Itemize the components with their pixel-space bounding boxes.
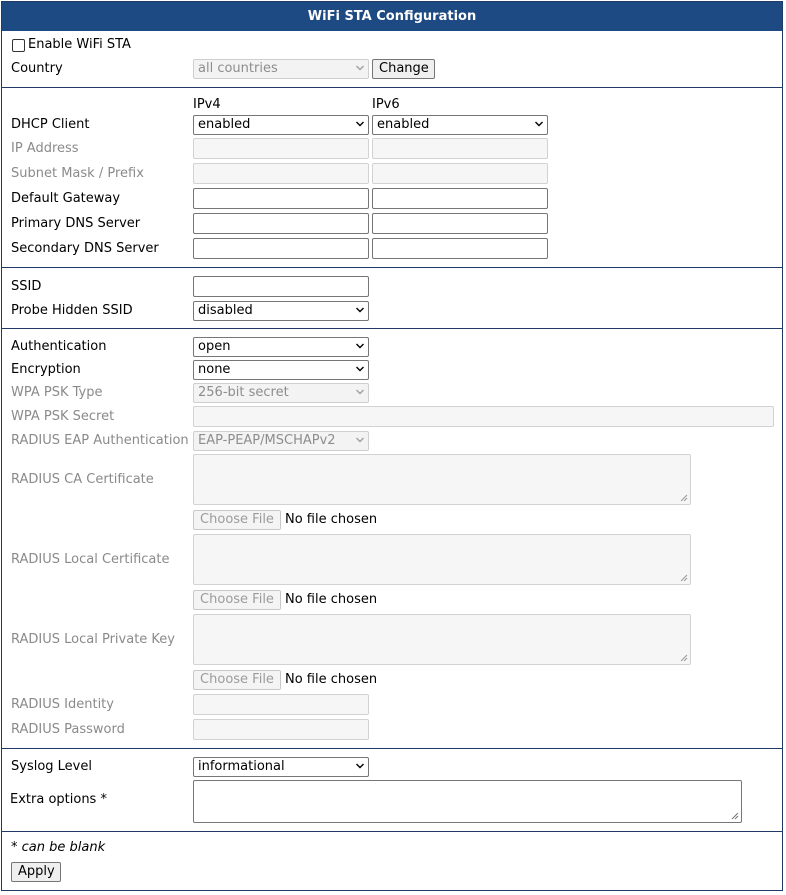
syslog-level-select[interactable]: informational — [193, 757, 369, 777]
country-select[interactable]: all countries — [193, 59, 369, 79]
resize-grip-icon — [680, 494, 688, 502]
apply-button[interactable]: Apply — [11, 862, 61, 882]
radius-identity-label: RADIUS Identity — [11, 697, 114, 712]
radius-local-cert-choose-file-button[interactable]: Choose File — [193, 590, 281, 610]
section-divider — [2, 87, 782, 88]
radius-local-cert-file-status: No file chosen — [285, 592, 378, 607]
enable-wifi-sta-checkbox[interactable] — [12, 39, 25, 52]
wpa-psk-type-value: 256-bit secret — [198, 385, 289, 400]
probe-hidden-ssid-select[interactable]: disabled — [193, 301, 369, 321]
probe-hidden-ssid-value: disabled — [198, 303, 253, 318]
prefix-ipv6-input[interactable] — [372, 163, 548, 184]
ssid-label: SSID — [11, 279, 42, 294]
encryption-select[interactable]: none — [193, 360, 369, 380]
chevron-down-icon — [356, 343, 364, 349]
chevron-down-icon — [356, 763, 364, 769]
primary-dns-label: Primary DNS Server — [11, 216, 141, 231]
chevron-down-icon — [356, 307, 364, 313]
dhcp-ipv4-select[interactable]: enabled — [193, 115, 369, 135]
subnet-mask-label: Subnet Mask / Prefix — [11, 166, 144, 181]
section-divider — [2, 267, 782, 268]
ipv4-header: IPv4 — [193, 97, 221, 112]
radius-ca-cert-textarea[interactable] — [193, 454, 691, 505]
gateway-ipv6-input[interactable] — [372, 188, 548, 209]
authentication-select[interactable]: open — [193, 337, 369, 357]
ip-address-ipv6-input[interactable] — [372, 138, 548, 159]
wpa-psk-type-label: WPA PSK Type — [11, 385, 103, 400]
dhcp-client-label: DHCP Client — [11, 117, 90, 132]
chevron-down-icon — [356, 121, 364, 127]
extra-options-label: Extra options * — [10, 792, 107, 807]
chevron-down-icon — [356, 65, 364, 71]
extra-options-textarea[interactable] — [193, 780, 742, 823]
secondary-dns-label: Secondary DNS Server — [11, 241, 159, 256]
radius-ca-cert-label: RADIUS CA Certificate — [11, 472, 154, 487]
subnet-ipv4-input[interactable] — [193, 163, 369, 184]
dhcp-ipv4-value: enabled — [198, 117, 251, 132]
section-divider — [2, 748, 782, 749]
ip-address-ipv4-input[interactable] — [193, 138, 369, 159]
ipv6-header: IPv6 — [372, 97, 400, 112]
radius-local-cert-textarea[interactable] — [193, 534, 691, 585]
primary-dns-ipv4-input[interactable] — [193, 213, 369, 234]
resize-grip-icon — [680, 654, 688, 662]
radius-private-key-file-status: No file chosen — [285, 672, 378, 687]
radius-local-cert-label: RADIUS Local Certificate — [11, 552, 170, 567]
probe-hidden-ssid-label: Probe Hidden SSID — [11, 303, 133, 318]
radius-eap-value: EAP-PEAP/MSCHAPv2 — [198, 433, 336, 448]
dhcp-ipv6-select[interactable]: enabled — [372, 115, 548, 135]
radius-password-label: RADIUS Password — [11, 722, 125, 737]
change-country-button[interactable]: Change — [372, 59, 435, 79]
encryption-value: none — [198, 362, 231, 377]
radius-password-input[interactable] — [193, 719, 369, 740]
ip-address-label: IP Address — [11, 141, 79, 156]
chevron-down-icon — [356, 366, 364, 372]
authentication-label: Authentication — [11, 339, 107, 354]
ssid-input[interactable] — [193, 276, 369, 297]
radius-ca-file-status: No file chosen — [285, 512, 378, 527]
panel-title: WiFi STA Configuration — [2, 2, 782, 31]
resize-grip-icon — [680, 574, 688, 582]
radius-eap-select[interactable]: EAP-PEAP/MSCHAPv2 — [193, 431, 369, 451]
country-value: all countries — [198, 61, 278, 76]
section-divider — [2, 328, 782, 329]
default-gateway-label: Default Gateway — [11, 191, 121, 206]
radius-private-key-textarea[interactable] — [193, 614, 691, 665]
secondary-dns-ipv4-input[interactable] — [193, 238, 369, 259]
chevron-down-icon — [356, 389, 364, 395]
dhcp-ipv6-value: enabled — [377, 117, 430, 132]
radius-private-key-choose-file-button[interactable]: Choose File — [193, 670, 281, 690]
primary-dns-ipv6-input[interactable] — [372, 213, 548, 234]
secondary-dns-ipv6-input[interactable] — [372, 238, 548, 259]
radius-ca-choose-file-button[interactable]: Choose File — [193, 510, 281, 530]
encryption-label: Encryption — [11, 362, 81, 377]
syslog-level-value: informational — [198, 759, 285, 774]
gateway-ipv4-input[interactable] — [193, 188, 369, 209]
authentication-value: open — [198, 339, 231, 354]
can-be-blank-note: * can be blank — [11, 840, 106, 855]
radius-eap-label: RADIUS EAP Authentication — [11, 433, 189, 448]
syslog-level-label: Syslog Level — [11, 759, 92, 774]
wpa-psk-type-select[interactable]: 256-bit secret — [193, 383, 369, 403]
country-label: Country — [11, 61, 63, 76]
radius-identity-input[interactable] — [193, 694, 369, 715]
enable-wifi-sta-label: Enable WiFi STA — [28, 37, 131, 52]
radius-private-key-label: RADIUS Local Private Key — [11, 632, 175, 647]
config-panel: WiFi STA Configuration Enable WiFi STA C… — [1, 1, 783, 891]
resize-grip-icon — [731, 812, 739, 820]
wpa-psk-secret-label: WPA PSK Secret — [11, 409, 115, 424]
chevron-down-icon — [535, 121, 543, 127]
wpa-psk-secret-input[interactable] — [193, 406, 774, 427]
chevron-down-icon — [356, 437, 364, 443]
section-divider — [2, 831, 782, 832]
